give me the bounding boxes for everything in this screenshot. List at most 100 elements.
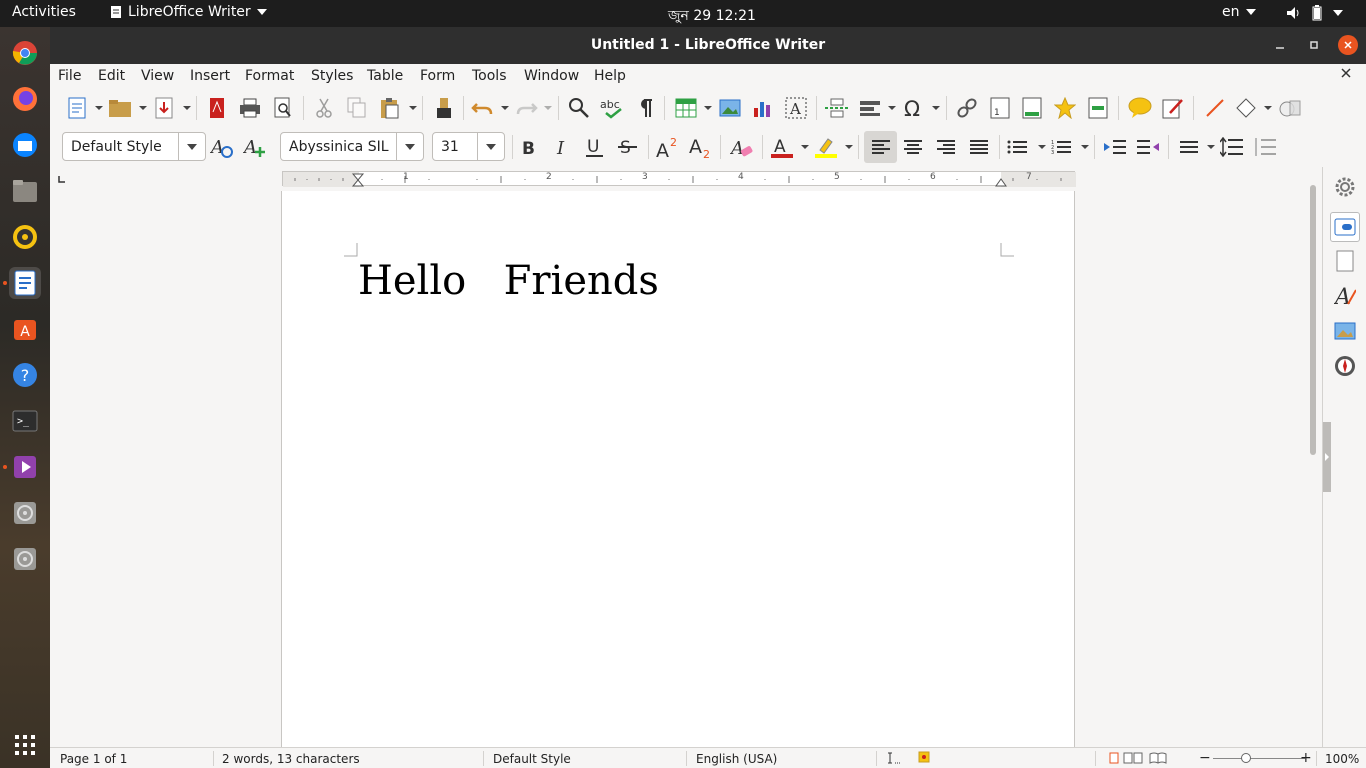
zoom-level[interactable]: 100% (1325, 752, 1359, 766)
menu-insert[interactable]: Insert (190, 68, 230, 84)
chevron-down-icon[interactable] (1038, 145, 1046, 149)
page-style[interactable]: Default Style (493, 752, 571, 766)
zoom-in-icon[interactable]: + (1300, 750, 1312, 766)
close-document-icon[interactable] (1340, 67, 1352, 83)
system-tray[interactable] (1285, 5, 1343, 21)
scrollbar-thumb[interactable] (1310, 185, 1316, 455)
media-icon[interactable] (9, 451, 41, 483)
align-center-icon[interactable] (901, 135, 925, 159)
open-icon[interactable] (108, 96, 132, 120)
special-character-icon[interactable]: Ω (901, 96, 925, 120)
page-break-icon[interactable] (825, 96, 849, 120)
maximize-button[interactable] (1304, 35, 1324, 55)
thunderbird-icon[interactable] (9, 129, 41, 161)
chevron-down-icon[interactable] (1207, 145, 1215, 149)
spelling-icon[interactable]: abc (600, 96, 624, 120)
line-spacing-icon[interactable] (1177, 135, 1201, 159)
chevron-down-icon[interactable] (409, 106, 417, 110)
align-right-icon[interactable] (934, 135, 958, 159)
tab-stop-icon[interactable] (58, 176, 66, 184)
menu-format[interactable]: Format (245, 68, 294, 84)
page-icon[interactable] (1334, 250, 1356, 272)
language-selector[interactable]: en (1222, 4, 1256, 20)
properties-icon[interactable] (1330, 212, 1360, 242)
formatting-marks-icon[interactable] (633, 96, 657, 120)
single-page-view-icon[interactable] (1108, 752, 1120, 767)
app-menu[interactable]: LibreOffice Writer (110, 4, 267, 20)
activities-button[interactable]: Activities (12, 4, 76, 20)
draw-functions-icon[interactable] (1278, 96, 1302, 120)
print-icon[interactable] (238, 96, 262, 120)
font-color-icon[interactable]: A (770, 135, 794, 159)
paragraph-style-combo[interactable]: Default Style (62, 132, 206, 161)
font-size-combo[interactable]: 31 (432, 132, 505, 161)
chevron-down-icon[interactable] (704, 106, 712, 110)
cross-reference-icon[interactable] (1086, 96, 1110, 120)
decrease-paragraph-spacing-icon[interactable] (1253, 135, 1277, 159)
menu-styles[interactable]: Styles (311, 68, 353, 84)
insert-line-icon[interactable] (1203, 96, 1227, 120)
chevron-down-icon[interactable] (932, 106, 940, 110)
update-style-icon[interactable]: A (210, 135, 234, 159)
footnote-icon[interactable]: 1 (988, 96, 1012, 120)
chrome-icon[interactable] (9, 37, 41, 69)
increase-indent-icon[interactable] (1103, 135, 1127, 159)
redo-icon[interactable] (515, 96, 539, 120)
disc-icon[interactable] (9, 543, 41, 575)
document-text[interactable]: Hello Friends (358, 258, 659, 304)
new-style-icon[interactable]: A (243, 135, 267, 159)
copy-icon[interactable] (345, 96, 369, 120)
software-icon[interactable]: A (9, 313, 41, 345)
save-icon[interactable] (152, 96, 176, 120)
ordered-list-icon[interactable]: 123 (1050, 135, 1074, 159)
chevron-down-icon[interactable] (95, 106, 103, 110)
chevron-down-icon[interactable] (477, 133, 504, 160)
zoom-out-icon[interactable]: − (1199, 750, 1211, 766)
track-changes-icon[interactable] (1161, 96, 1185, 120)
language-status[interactable]: English (USA) (696, 752, 777, 766)
insert-field-icon[interactable] (858, 96, 882, 120)
terminal-icon[interactable]: >_ (9, 405, 41, 437)
clone-formatting-icon[interactable] (432, 96, 456, 120)
zoom-slider[interactable] (1213, 758, 1305, 759)
paste-icon[interactable] (378, 96, 402, 120)
menu-form[interactable]: Form (420, 68, 455, 84)
help-icon[interactable]: ? (9, 359, 41, 391)
chevron-down-icon[interactable] (139, 106, 147, 110)
gallery-icon[interactable] (1334, 320, 1356, 342)
rhythmbox-icon[interactable] (9, 221, 41, 253)
insert-image-icon[interactable] (718, 96, 742, 120)
insert-textbox-icon[interactable]: A (784, 96, 808, 120)
highlight-color-icon[interactable] (814, 135, 838, 159)
page-count[interactable]: Page 1 of 1 (60, 752, 127, 766)
minimize-button[interactable] (1270, 35, 1290, 55)
close-button[interactable] (1338, 35, 1358, 55)
vertical-scrollbar[interactable] (1308, 167, 1322, 747)
justify-icon[interactable] (967, 135, 991, 159)
horizontal-ruler[interactable]: 1 2 3 4 5 6 7 (282, 171, 1076, 187)
styles-icon[interactable]: A (1334, 285, 1356, 308)
document-modified-icon[interactable] (918, 751, 930, 766)
chevron-down-icon[interactable] (1081, 145, 1089, 149)
insert-mode-icon[interactable] (887, 751, 901, 768)
underline-icon[interactable]: U (583, 135, 607, 159)
clear-formatting-icon[interactable]: A (730, 135, 754, 159)
print-preview-icon[interactable] (271, 96, 295, 120)
book-view-icon[interactable] (1149, 752, 1167, 767)
comment-icon[interactable] (1128, 96, 1152, 120)
menu-view[interactable]: View (141, 68, 174, 84)
writer-icon[interactable] (9, 267, 41, 299)
menu-table[interactable]: Table (367, 68, 403, 84)
files-icon[interactable] (9, 175, 41, 207)
export-pdf-icon[interactable] (205, 96, 229, 120)
decrease-indent-icon[interactable] (1136, 135, 1160, 159)
bold-icon[interactable]: B (517, 135, 541, 159)
basic-shapes-icon[interactable] (1234, 96, 1258, 120)
chevron-down-icon[interactable] (501, 106, 509, 110)
hyperlink-icon[interactable] (955, 96, 979, 120)
chevron-down-icon[interactable] (845, 145, 853, 149)
word-count[interactable]: 2 words, 13 characters (222, 752, 360, 766)
bookmark-icon[interactable] (1053, 96, 1077, 120)
disc-icon[interactable] (9, 497, 41, 529)
header-footer-icon[interactable] (1020, 96, 1044, 120)
